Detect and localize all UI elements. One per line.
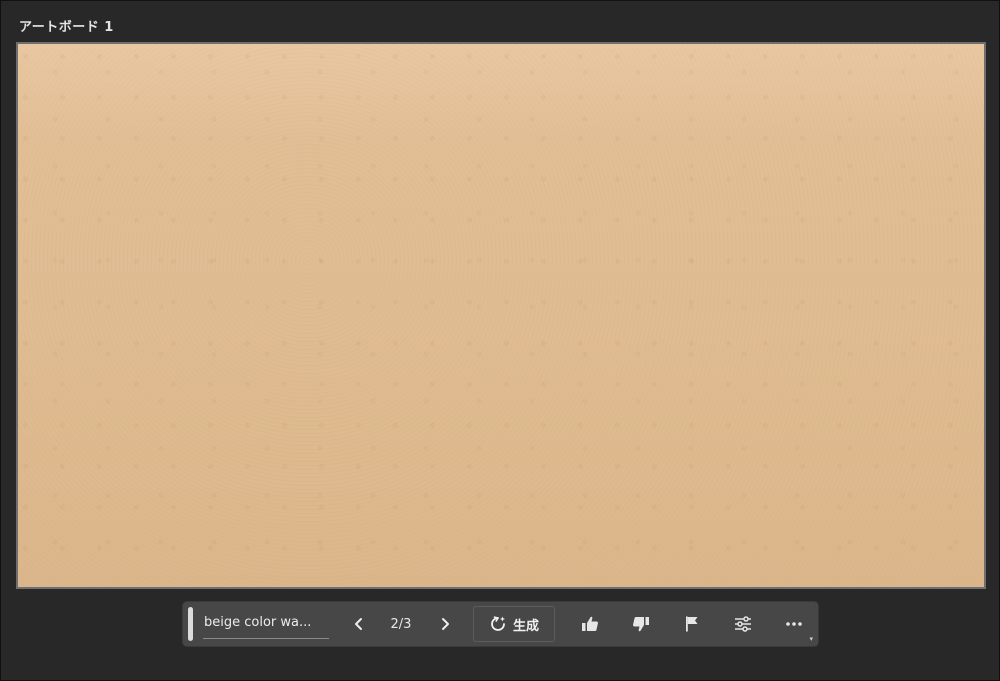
more-horizontal-icon xyxy=(786,622,802,626)
taskbar-menu-indicator-icon[interactable]: ▾ xyxy=(809,636,813,643)
drag-handle[interactable] xyxy=(188,607,193,641)
chevron-right-icon xyxy=(442,618,449,630)
refresh-sparkle-icon xyxy=(491,616,505,631)
sliders-icon xyxy=(735,616,751,632)
report-button[interactable] xyxy=(676,608,708,640)
variation-counter: 2/3 xyxy=(390,616,412,632)
more-options-button[interactable] xyxy=(778,608,810,640)
generated-image xyxy=(18,44,984,587)
contextual-taskbar: beige color wa... 2/3 生成 ▾ xyxy=(182,601,819,647)
prompt-input[interactable]: beige color wa... xyxy=(203,609,329,639)
thumbs-up-icon xyxy=(582,616,598,631)
generate-label: 生成 xyxy=(512,618,539,634)
flag-icon xyxy=(686,616,698,632)
like-button[interactable] xyxy=(574,608,606,640)
artboard-title[interactable]: アートボード 1 xyxy=(19,16,114,35)
workspace: アートボード 1 beige color wa... 2/3 生成 ▾ xyxy=(0,0,1000,681)
next-variation-button[interactable] xyxy=(431,610,459,638)
chevron-left-icon xyxy=(355,618,362,630)
previous-variation-button[interactable] xyxy=(345,610,373,638)
dislike-button[interactable] xyxy=(625,608,657,640)
thumbs-down-icon xyxy=(633,617,649,632)
artboard-canvas[interactable] xyxy=(16,42,986,589)
generate-button[interactable]: 生成 xyxy=(473,606,555,642)
properties-button[interactable] xyxy=(727,608,759,640)
